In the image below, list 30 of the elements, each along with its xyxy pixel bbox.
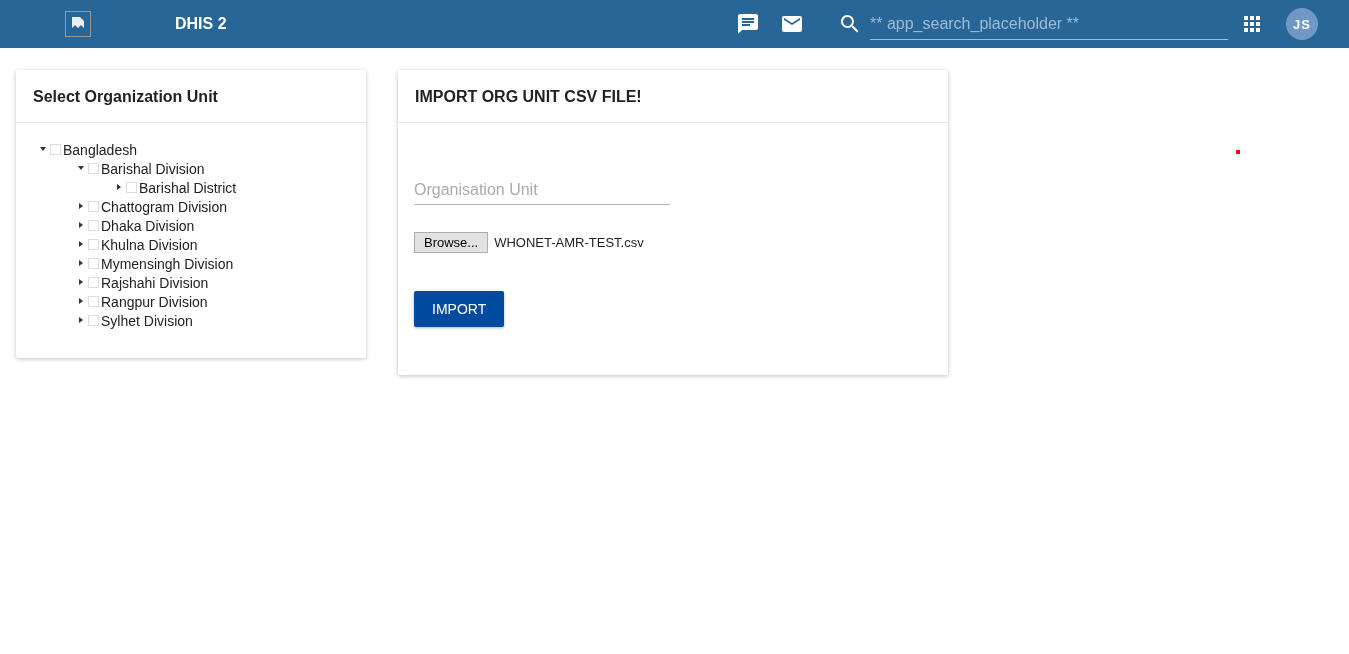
dot-mark — [1236, 150, 1240, 154]
tree-checkbox[interactable] — [88, 239, 99, 250]
search-field[interactable]: ** app_search_placeholder ** — [870, 8, 1228, 40]
tree-checkbox[interactable] — [50, 144, 61, 155]
tree-checkbox[interactable] — [88, 315, 99, 326]
import-button[interactable]: IMPORT — [414, 291, 505, 327]
logo-icon[interactable] — [65, 11, 91, 37]
tree-checkbox[interactable] — [88, 201, 99, 212]
tree-item-label[interactable]: Sylhet Division — [101, 312, 193, 329]
tree-checkbox[interactable] — [126, 182, 137, 193]
chat-icon[interactable] — [736, 12, 760, 36]
tree-checkbox[interactable] — [88, 220, 99, 231]
card-title: IMPORT ORG UNIT CSV FILE! — [398, 70, 948, 123]
browse-button[interactable]: Browse... — [414, 232, 489, 253]
tree-item-label[interactable]: Barishal District — [139, 179, 237, 196]
tree-item-label[interactable]: Barishal Division — [101, 160, 205, 177]
tree-item-label[interactable]: Mymensingh Division — [101, 255, 234, 272]
tree-checkbox[interactable] — [88, 163, 99, 174]
tree-item-label[interactable]: Bangladesh — [63, 141, 137, 158]
tree-checkbox[interactable] — [88, 296, 99, 307]
file-name: WHONET-AMR-TEST.csv — [494, 235, 644, 250]
tree-checkbox[interactable] — [88, 258, 99, 269]
tree-item-label[interactable]: Chattogram Division — [101, 198, 228, 215]
tree-checkbox[interactable] — [88, 277, 99, 288]
tree-item-label[interactable]: Rangpur Division — [101, 293, 208, 310]
tree-item-label[interactable]: Rajshahi Division — [101, 274, 209, 291]
tree-item-label[interactable]: Dhaka Division — [101, 217, 195, 234]
card-title: Select Organization Unit — [16, 70, 366, 123]
app-title: DHIS 2 — [175, 15, 227, 33]
tree-item-label[interactable]: Khulna Division — [101, 236, 198, 253]
